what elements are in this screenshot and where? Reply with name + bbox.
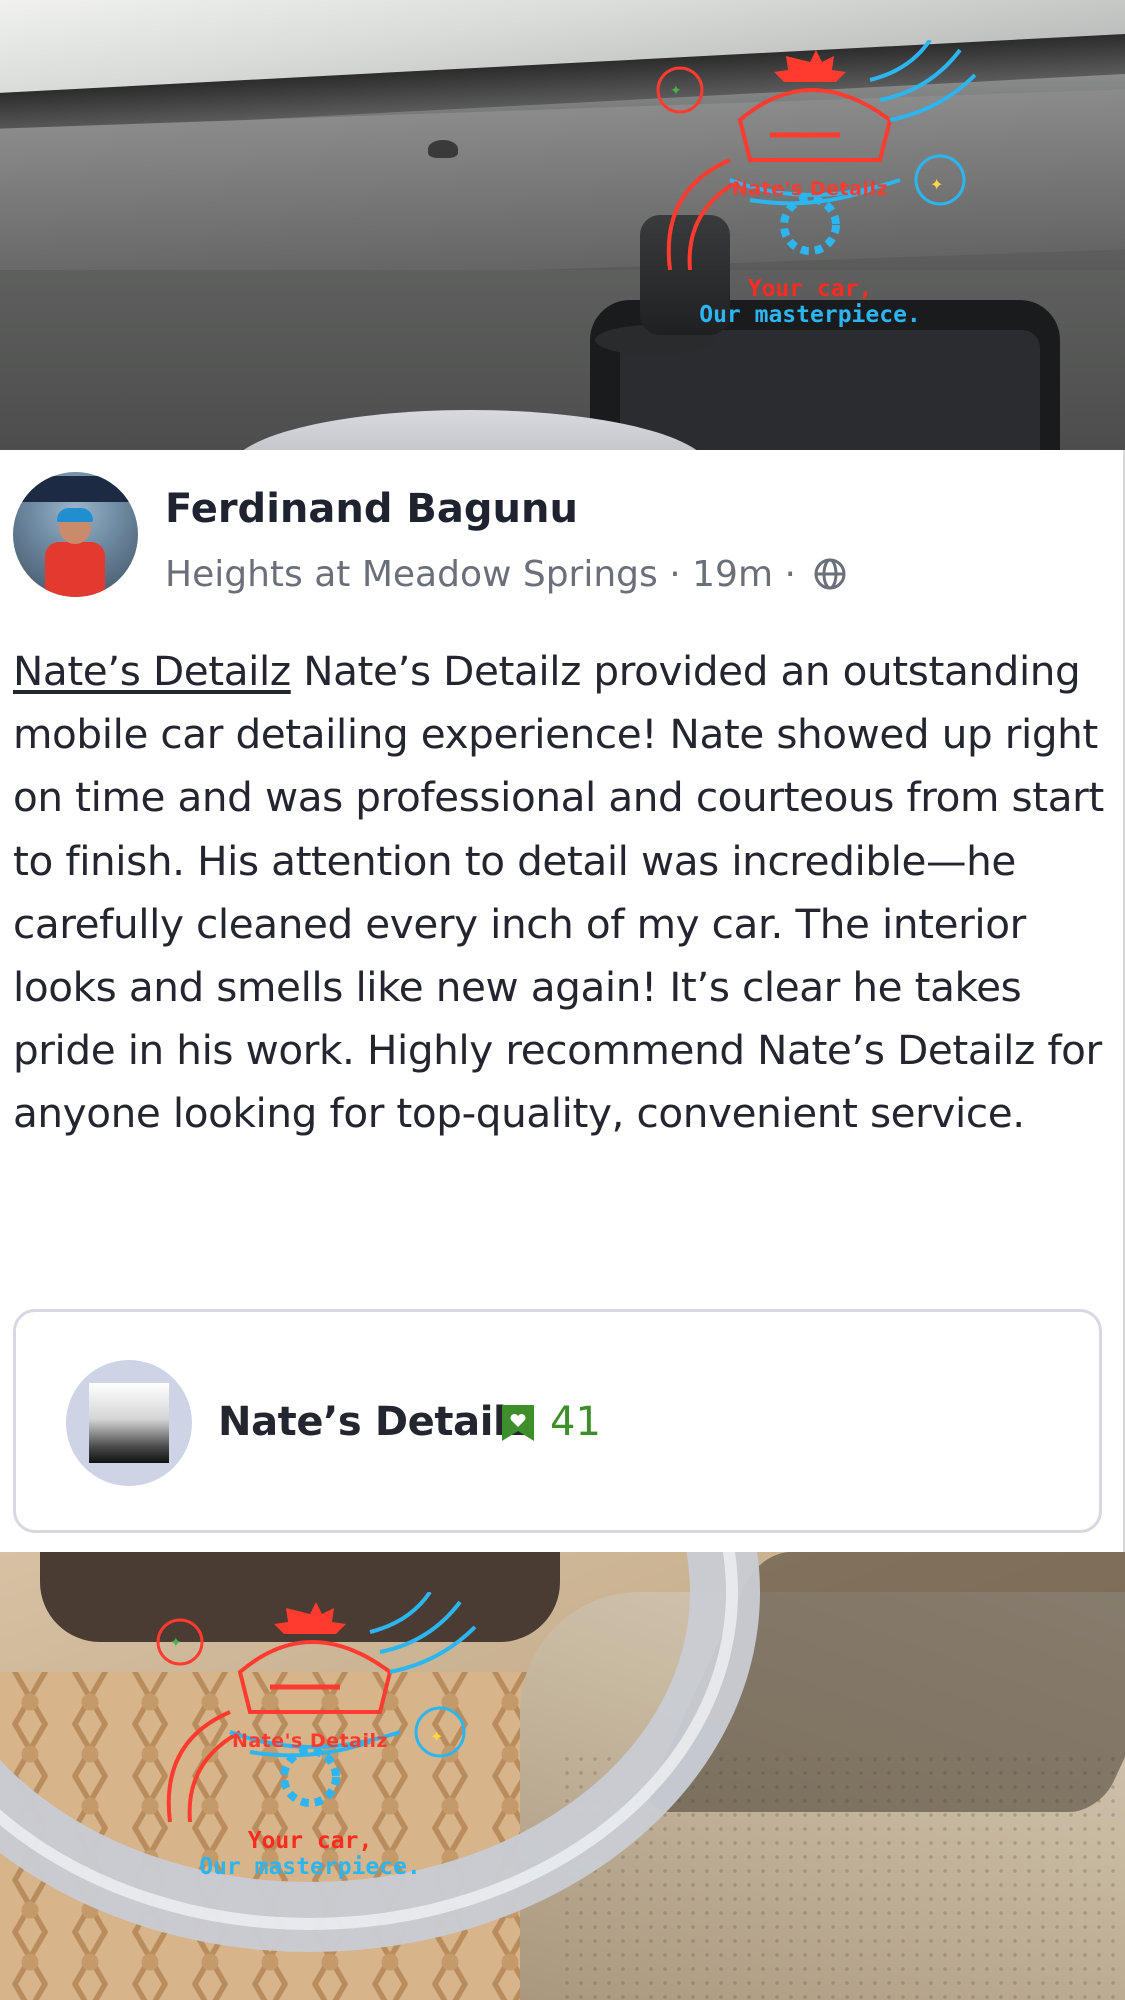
business-avatar[interactable]: [66, 1360, 192, 1486]
post-location[interactable]: Heights at Meadow Springs: [165, 554, 658, 595]
post-body: Nate’s Detailz Nate’s Detailz provided a…: [13, 640, 1108, 1146]
svg-text:✦: ✦: [170, 1635, 182, 1651]
post-card: Ferdinand Bagunu Heights at Meadow Sprin…: [0, 450, 1125, 1552]
avatar-cap: [57, 508, 93, 522]
meta-separator: ·: [773, 554, 808, 595]
avatar-background-sign: [13, 476, 138, 502]
watermark-brand-name: Nate's Detailz: [731, 178, 889, 200]
interior-photo[interactable]: ✦ ✦ Nate's Detailz Your car, Our masterp…: [0, 1552, 1125, 2000]
author-avatar[interactable]: [13, 472, 138, 597]
author-name[interactable]: Ferdinand Bagunu: [165, 486, 578, 532]
post-meta: Heights at Meadow Springs · 19m ·: [165, 554, 847, 600]
watermark-tagline-1: Your car,: [747, 276, 873, 302]
recommendation-count: 41: [550, 1399, 601, 1445]
meta-separator: ·: [657, 554, 693, 595]
business-mention-link[interactable]: Nate’s Detailz: [13, 647, 291, 695]
business-card[interactable]: Nate’s Detailz 41: [13, 1309, 1102, 1533]
globe-icon: [813, 557, 847, 600]
dashboard-photo[interactable]: ✦ ✦ Nate's Detailz Your car, Our masterp…: [0, 0, 1125, 450]
avatar-shirt: [45, 542, 105, 597]
business-name[interactable]: Nate’s Detailz: [218, 1399, 530, 1445]
watermark-logo: ✦ ✦ Nate's Detailz Your car, Our masterp…: [140, 1592, 480, 1892]
watermark-logo: ✦ ✦ Nate's Detailz Your car, Our masterp…: [640, 40, 980, 340]
post-time[interactable]: 19m: [692, 554, 773, 595]
business-avatar-image: [89, 1383, 169, 1463]
watermark-brand-name: Nate's Detailz: [231, 1730, 389, 1752]
watermark-tagline-1: Your car,: [247, 1828, 373, 1854]
dashboard-sensor: [428, 140, 458, 158]
watermark-tagline-2: Our masterpiece.: [699, 302, 921, 328]
avatar-person: [45, 508, 105, 597]
watermark-tagline-2: Our masterpiece.: [199, 1854, 421, 1880]
svg-text:✦: ✦: [670, 83, 682, 99]
post-body-text: Nate’s Detailz provided an outstanding m…: [13, 647, 1104, 1138]
bookmark-heart-icon: [500, 1403, 536, 1447]
